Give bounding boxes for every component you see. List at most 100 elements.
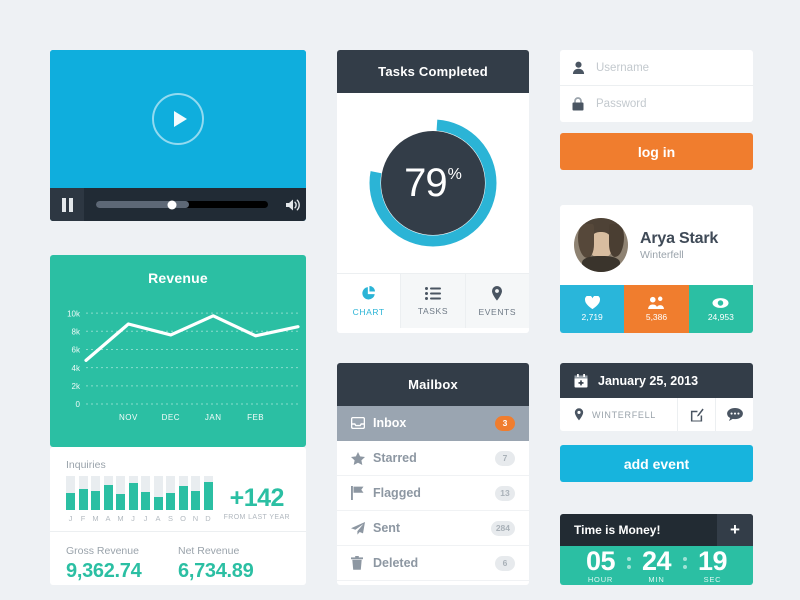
countdown-unit-value: 19 [697, 546, 728, 577]
ui-kit-stage: Revenue 0 2k 4k 6k 8k 10k NOV DEC JAN FEB Inquir… [0, 0, 800, 600]
countdown-unit-hour: 05 HOUR [575, 548, 627, 584]
countdown-title: Time is Money! [574, 523, 661, 537]
inquiries-bar: M [91, 476, 100, 523]
countdown-card: Time is Money! + 05 HOUR 24 MIN 19 SEC [560, 514, 753, 585]
mailbox-card: Mailbox Inbox 3 Starred 7 Flagged 13 Sent 284 De… [337, 363, 529, 585]
inquiries-bar-label: A [155, 514, 161, 523]
video-progress-slider[interactable] [96, 200, 268, 209]
tab-tasks-label: TASKS [417, 305, 449, 316]
lock-icon [572, 97, 596, 111]
map-pin-icon [492, 285, 503, 301]
inquiries-bar-track [178, 476, 188, 510]
revenue-plot: 0 2k 4k 6k 8k 10k NOV DEC JAN FEB [50, 286, 306, 436]
mailbox-item-sent[interactable]: Sent 284 [337, 511, 529, 546]
event-location: WINTERFELL [560, 408, 677, 421]
inquiries-bar-track [66, 476, 75, 510]
inquiries-bar: A [103, 476, 113, 523]
stat-followers[interactable]: 5,386 [624, 285, 689, 333]
inquiries-bar-label: J [68, 514, 73, 523]
mailbox-item-inbox[interactable]: Inbox 3 [337, 406, 529, 441]
countdown-add-button[interactable]: + [717, 514, 753, 546]
pause-icon [68, 197, 73, 212]
login-button[interactable]: log in [560, 133, 753, 170]
video-progress-knob[interactable] [167, 200, 177, 209]
username-field[interactable]: Username [560, 50, 753, 86]
pause-button[interactable] [50, 188, 84, 221]
stat-views-value: 24,953 [707, 311, 734, 322]
mailbox-title: Mailbox [337, 363, 529, 406]
inquiries-bar: S [166, 476, 175, 523]
inquiries-bar-chart: JFMAMJJASOND [66, 476, 213, 523]
inquiries-bar-track [153, 476, 163, 510]
inquiries-bar-track [141, 476, 150, 510]
volume-button[interactable] [280, 198, 306, 212]
svg-text:0: 0 [76, 400, 81, 409]
svg-text:2k: 2k [72, 382, 81, 391]
mailbox-item-deleted[interactable]: Deleted 6 [337, 546, 529, 581]
event-date-text: January 25, 2013 [598, 373, 699, 388]
mailbox-item-label: Sent [373, 521, 401, 535]
inquiries-bar-label: A [105, 514, 111, 523]
play-button[interactable] [152, 93, 204, 145]
mailbox-item-badge: 7 [495, 450, 515, 466]
comment-icon [726, 408, 743, 421]
inquiries-bar-fill [141, 492, 150, 510]
tasks-completed-card: Tasks Completed 79 % CHART TASKS EVENTS [337, 50, 529, 333]
video-player-card [50, 50, 306, 221]
inquiries-bar-label: J [143, 514, 148, 523]
inquiries-bar-label: F [80, 514, 86, 523]
inquiries-bar-fill [166, 493, 175, 510]
inquiries-bar: D [203, 476, 213, 523]
inquiries-bar-fill [116, 494, 125, 510]
net-revenue-value: 6,734.89 [178, 560, 254, 582]
gross-revenue-block: Gross Revenue 9,362.74 [66, 545, 178, 583]
star-icon [351, 451, 373, 465]
inquiries-bar-track [116, 476, 125, 510]
tab-events-label: EVENTS [478, 306, 517, 317]
inquiries-bar-label: M [117, 514, 124, 523]
profile-stats: 2,719 5,386 24,953 [560, 285, 753, 333]
inbox-icon [351, 417, 373, 429]
event-edit-button[interactable] [677, 398, 715, 431]
tab-chart[interactable]: CHART [337, 274, 401, 328]
inquiries-bar: J [141, 476, 150, 523]
video-screen[interactable] [50, 50, 306, 188]
countdown-unit-label: MIN [648, 574, 665, 584]
play-icon [173, 111, 187, 127]
stat-likes[interactable]: 2,719 [560, 285, 625, 333]
svg-text:10k: 10k [67, 309, 81, 318]
event-comment-button[interactable] [715, 398, 753, 431]
inquiries-delta-block: +142 FROM LAST YEAR [224, 484, 290, 523]
mailbox-item-flagged[interactable]: Flagged 13 [337, 476, 529, 511]
inquiries-bar-track [166, 476, 175, 510]
tab-events[interactable]: EVENTS [464, 274, 529, 328]
inquiries-bar: M [116, 476, 125, 523]
inquiries-bar: A [153, 476, 163, 523]
mailbox-item-starred[interactable]: Starred 7 [337, 441, 529, 476]
inquiries-bar: J [66, 476, 75, 523]
mailbox-item-label: Flagged [373, 486, 421, 500]
tab-tasks[interactable]: TASKS [400, 274, 465, 328]
inquiries-bar-fill [103, 485, 113, 510]
list-icon [424, 286, 441, 300]
map-pin-icon [574, 408, 584, 421]
edit-icon [690, 408, 704, 421]
event-date-card: January 25, 2013 WINTERFELL [560, 363, 753, 431]
profile-name: Arya Stark [640, 229, 719, 247]
inquiries-bar-label: D [205, 514, 211, 523]
inquiries-bar: F [78, 476, 88, 523]
video-controls-bar [50, 188, 306, 221]
paper-plane-icon [351, 521, 373, 535]
mailbox-more-toggle[interactable]: More ⌄ [337, 581, 529, 585]
add-event-button[interactable]: add event [560, 445, 753, 482]
stat-views[interactable]: 24,953 [688, 285, 753, 333]
volume-icon [286, 199, 300, 210]
profile-text: Arya Stark Winterfell [640, 230, 718, 261]
inquiries-label: Inquiries [66, 459, 106, 471]
calendar-icon [574, 373, 588, 387]
event-date-header: January 25, 2013 [560, 363, 753, 398]
username-placeholder: Username [596, 61, 650, 74]
tasks-percent-value: 79 [404, 161, 447, 205]
pause-icon [61, 197, 66, 212]
password-field[interactable]: Password [560, 86, 753, 122]
